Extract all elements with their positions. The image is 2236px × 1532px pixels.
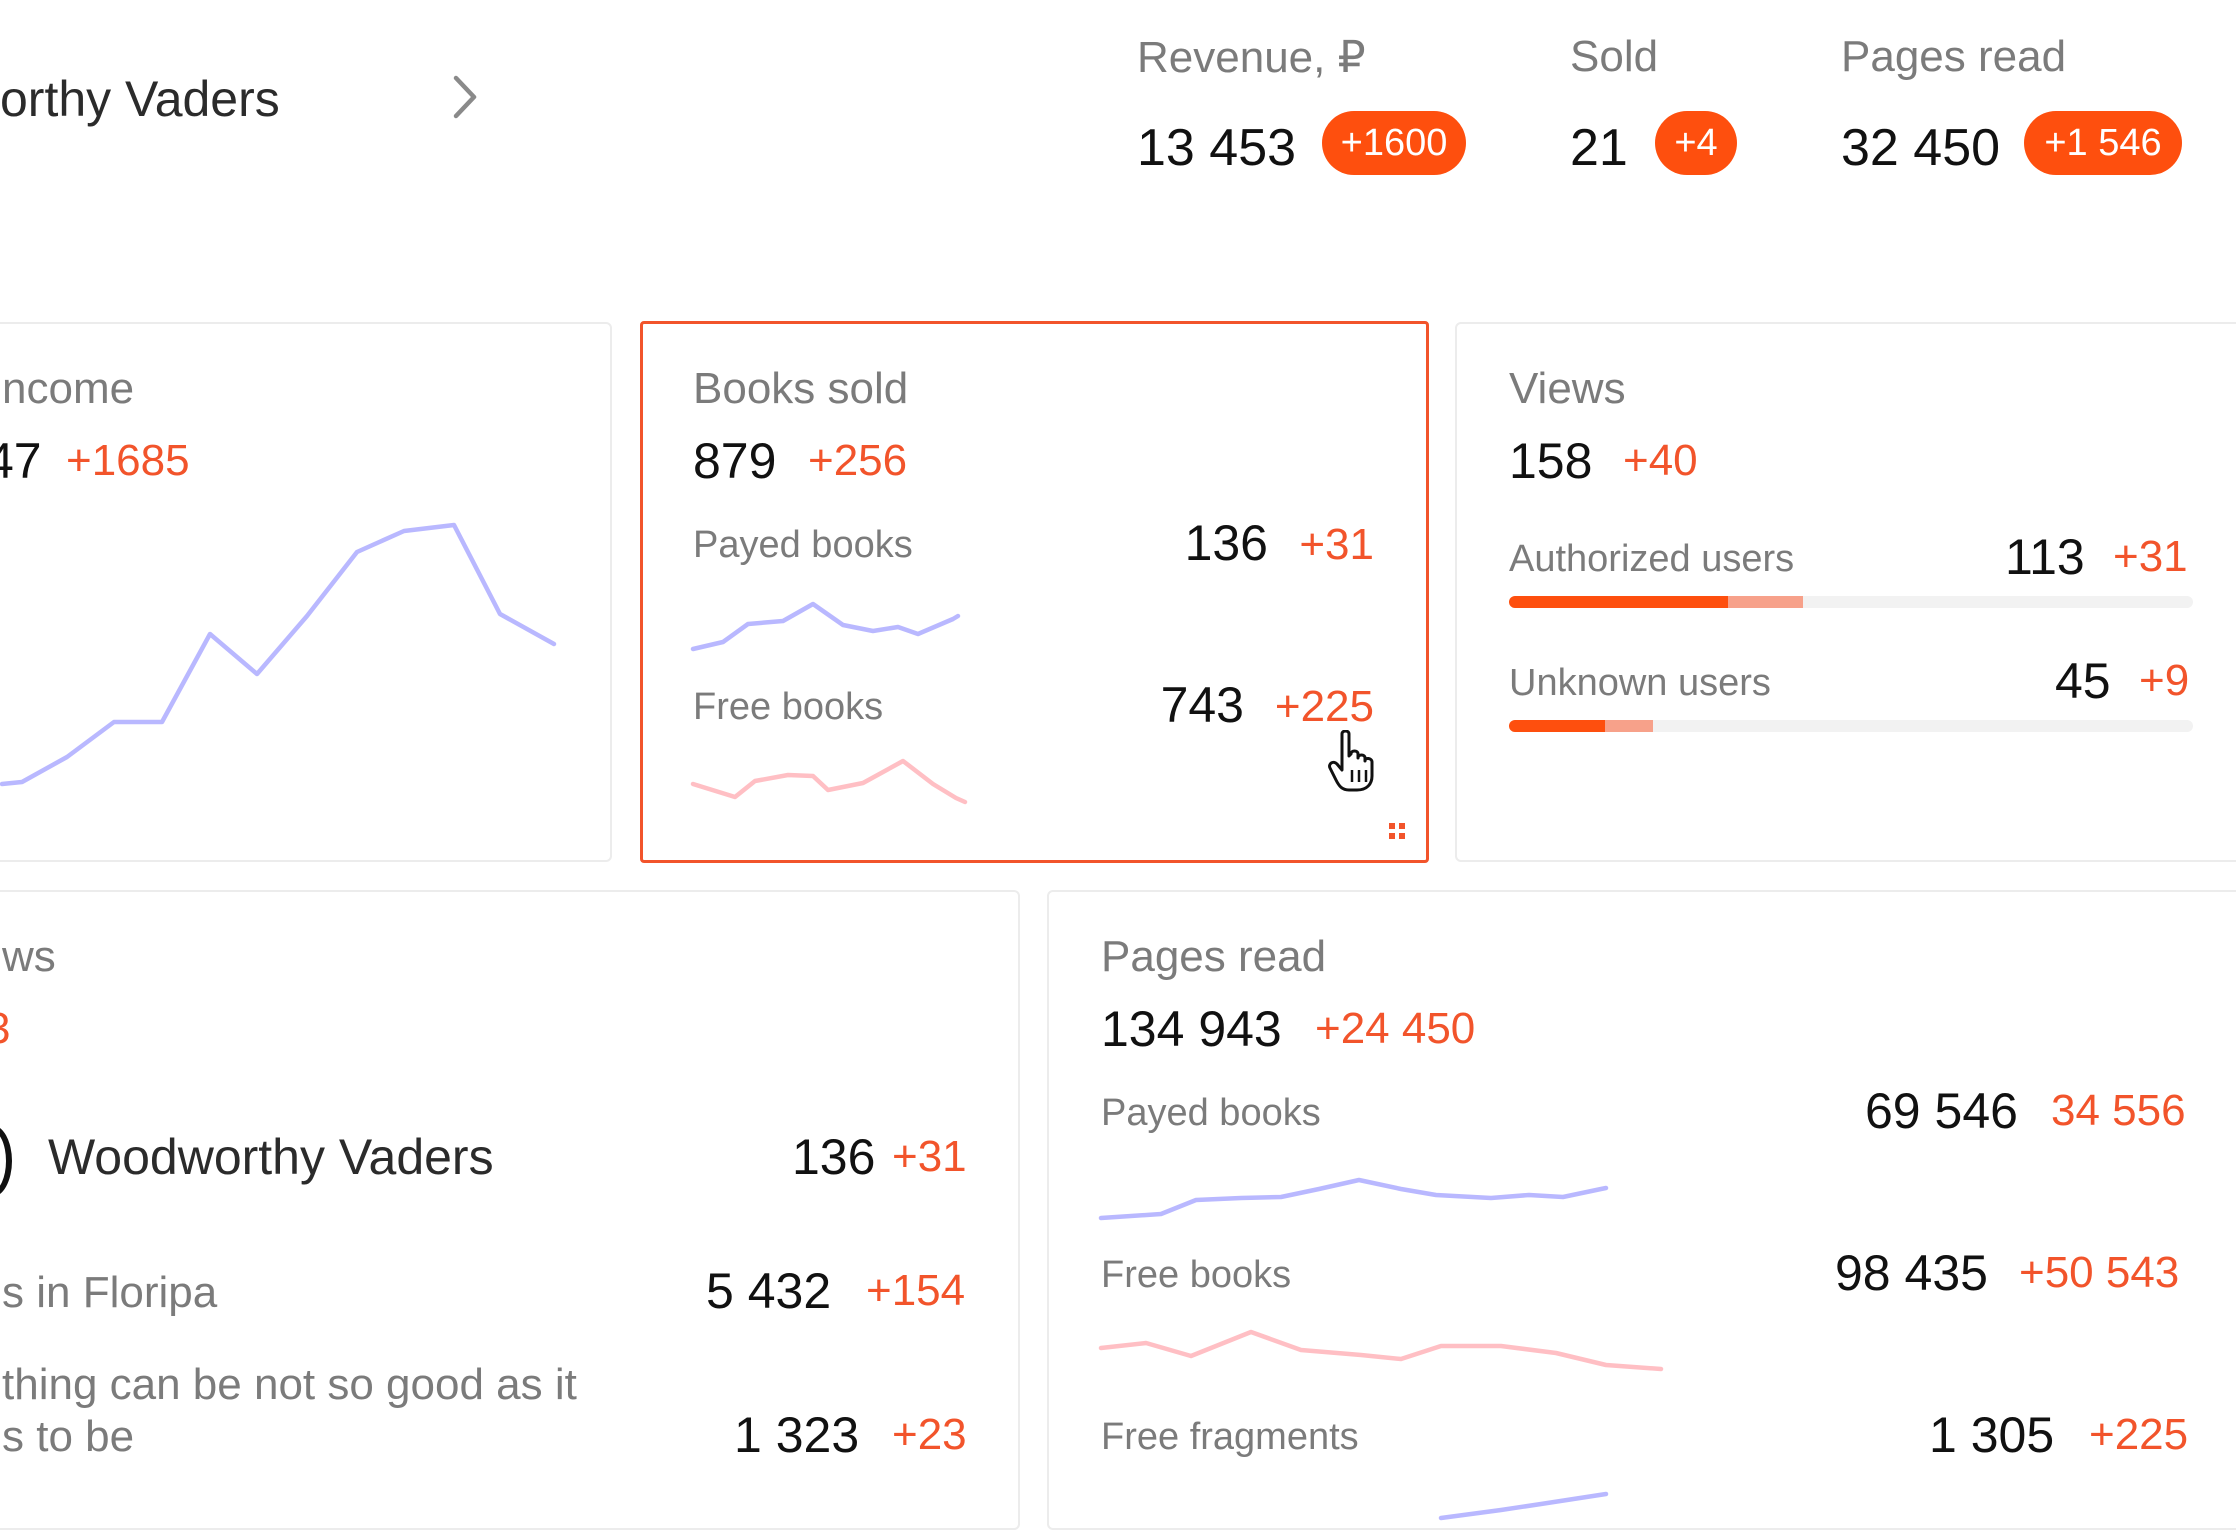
row-delta: +225 [1274, 682, 1374, 731]
row-label[interactable]: Woodworthy Vaders [48, 1128, 494, 1186]
stat-label: Revenue, ₽ [1137, 33, 1366, 82]
row-value: 69 546 [1865, 1083, 2018, 1139]
stat-value: 32 450 [1841, 119, 2001, 177]
row-delta: +31 [2113, 532, 2188, 581]
stat-value: 13 453 [1137, 119, 1297, 177]
row-label: Unknown users [1509, 662, 1771, 704]
free-books-sparkline [1098, 1329, 1664, 1372]
row-delta: +154 [866, 1266, 966, 1315]
row-delta: +31 [1299, 520, 1374, 569]
row-label: Payed books [1101, 1092, 1321, 1134]
card-title: Pages read [1101, 932, 1327, 981]
chevron-right-icon[interactable] [448, 70, 478, 124]
card-delta: +40 [1623, 436, 1698, 485]
delta-badge: +1 546 [2024, 111, 2182, 175]
row-delta: +23 [892, 1410, 967, 1459]
row-label-line2[interactable]: s to be [2, 1412, 134, 1462]
row-delta: +50 543 [2019, 1248, 2180, 1297]
hand-cursor-icon [1327, 729, 1377, 792]
card-value: 879 [693, 433, 777, 489]
row-value: 136 [792, 1129, 876, 1185]
card-value: 158 [1509, 433, 1593, 489]
row-label[interactable]: s in Floripa [2, 1268, 217, 1318]
drag-handle-icon[interactable] [1388, 822, 1406, 840]
row-delta: +225 [2089, 1410, 2189, 1459]
row-value: 743 [1160, 677, 1244, 733]
row-value: 5 432 [706, 1263, 832, 1319]
row-delta: +9 [2139, 656, 2190, 705]
row-delta: +31 [892, 1132, 967, 1181]
row-label: Free books [1101, 1254, 1292, 1296]
row-label: Free books [693, 686, 884, 728]
stat-label: Sold [1570, 32, 1659, 81]
income-sparkline [0, 522, 557, 787]
reviews-card[interactable]: ws 3 Woodworthy Vaders 136 +31 s in Flor… [0, 890, 1020, 1530]
authorized-users-bar [1509, 596, 2193, 608]
pages-read-card[interactable]: Pages read 134 943 +24 450 Payed books 6… [1047, 890, 2236, 1530]
income-card[interactable]: ncome 47 +1685 [0, 322, 612, 862]
row-label: Free fragments [1101, 1416, 1359, 1458]
payed-books-sparkline [1098, 1177, 1609, 1221]
row-value: 1 305 [1929, 1407, 2055, 1463]
payed-books-sparkline [690, 601, 961, 652]
card-delta: 3 [0, 1004, 10, 1054]
row-label: Authorized users [1509, 538, 1795, 580]
card-value: 134 943 [1101, 1001, 1282, 1057]
stat-label: Pages read [1841, 32, 2067, 81]
books-sold-card[interactable]: Books sold 879 +256 Payed books 136 +31 … [640, 321, 1429, 863]
row-value: 136 [1184, 515, 1268, 571]
delta-badge: +4 [1655, 111, 1737, 175]
row-label: Payed books [693, 524, 913, 566]
free-fragments-sparkline [1438, 1491, 1609, 1521]
card-title: Books sold [693, 364, 909, 413]
unknown-users-bar [1509, 720, 2193, 732]
row-label-line1[interactable]: thing can be not so good as it [2, 1360, 577, 1410]
row-value: 113 [2005, 529, 2085, 585]
row-value: 98 435 [1835, 1245, 1988, 1301]
row-delta: 34 556 [2051, 1086, 2186, 1135]
row-value: 1 323 [734, 1407, 860, 1463]
author-name[interactable]: orthy Vaders [0, 70, 280, 128]
card-delta: +24 450 [1315, 1004, 1476, 1053]
stat-value: 21 [1570, 119, 1628, 177]
free-books-sparkline [690, 758, 968, 805]
card-title: Views [1509, 364, 1626, 413]
avatar [0, 1125, 12, 1197]
views-card[interactable]: Views 158 +40 Authorized users 113 +31 U… [1455, 322, 2236, 862]
row-value: 45 [2055, 653, 2111, 709]
delta-badge: +1600 [1322, 111, 1466, 175]
card-title: ws [2, 932, 56, 981]
card-delta: +256 [808, 436, 908, 485]
